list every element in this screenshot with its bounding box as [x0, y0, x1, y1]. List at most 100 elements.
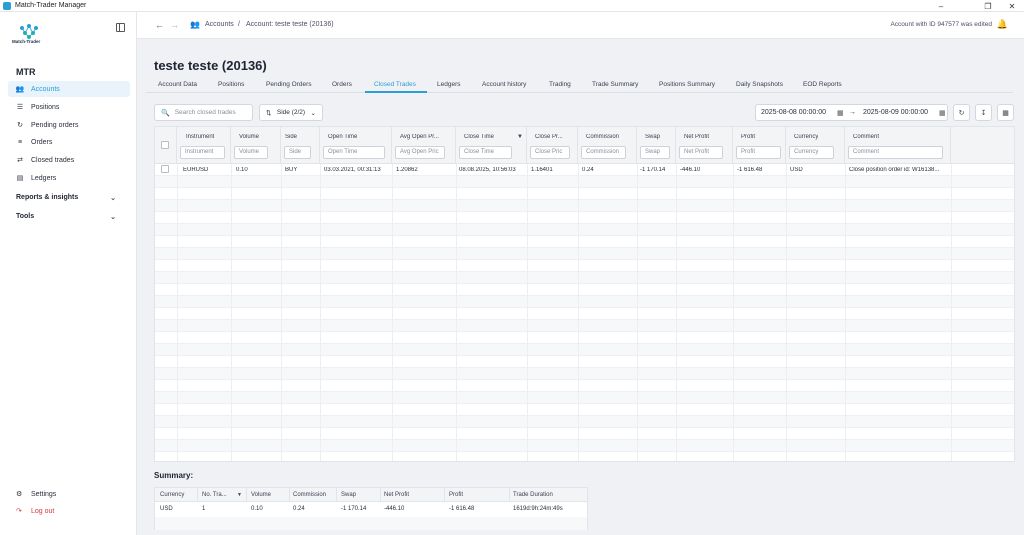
- sort-icon: ⇅: [266, 109, 272, 117]
- empty-row: [155, 224, 1014, 236]
- columns-icon: ▦: [1002, 109, 1009, 117]
- tab-account-data[interactable]: Account Data: [158, 81, 197, 88]
- sidebar-item-orders[interactable]: ≡ Orders: [8, 134, 130, 150]
- settings-label: Settings: [31, 490, 57, 498]
- select-all-cell: [155, 127, 177, 164]
- tab-orders[interactable]: Orders: [332, 81, 352, 88]
- col-close-price[interactable]: Close Pr... Close Pric: [527, 127, 578, 164]
- empty-row: [155, 404, 1014, 416]
- row-checkbox[interactable]: [161, 165, 169, 173]
- column-divider: [676, 164, 677, 461]
- filter-volume[interactable]: Volume: [234, 146, 268, 159]
- closed-trades-icon: ⇄: [17, 157, 23, 164]
- col-close-time[interactable]: Close Time ▼ Close Time: [456, 127, 527, 164]
- date-range-picker[interactable]: 2025-08-08 00:00:00 ▦ → 2025-08-09 00:00…: [755, 104, 948, 121]
- download-button[interactable]: ↧: [975, 104, 992, 121]
- column-label: Avg Open Pr...: [400, 134, 439, 140]
- tab-pending-orders[interactable]: Pending Orders: [266, 81, 312, 88]
- divider: [509, 488, 510, 502]
- tab-account-history[interactable]: Account history: [482, 81, 526, 88]
- settings-button[interactable]: ⚙ Settings: [16, 490, 57, 499]
- cell-instrument: EURUSD: [183, 167, 209, 173]
- empty-row: [155, 176, 1014, 188]
- filter-instrument[interactable]: Instrument: [180, 146, 225, 159]
- search-icon: 🔍: [161, 109, 170, 117]
- sidebar-collapse-icon[interactable]: [116, 23, 125, 32]
- download-icon: ↧: [980, 109, 987, 117]
- close-button[interactable]: ✕: [1000, 0, 1024, 12]
- filter-profit[interactable]: Profit: [736, 146, 781, 159]
- col-profit[interactable]: Profit Profit: [733, 127, 786, 164]
- refresh-icon: ↻: [958, 109, 965, 117]
- logout-button[interactable]: ↷ Log out: [16, 507, 54, 516]
- col-open-time[interactable]: Open Time Open Time: [320, 127, 392, 164]
- breadcrumb-root[interactable]: Accounts: [205, 21, 234, 28]
- refresh-button[interactable]: ↻: [953, 104, 970, 121]
- chevron-down-icon: ⌄: [310, 109, 316, 117]
- side-filter-dropdown[interactable]: ⇅ Side (2/2) ⌄: [259, 104, 323, 121]
- calendar-icon[interactable]: ▦: [939, 109, 946, 117]
- col-avg-open-price[interactable]: Avg Open Pr... Avg Open Pric: [392, 127, 456, 164]
- tab-trading[interactable]: Trading: [549, 81, 571, 88]
- sidebar-item-positions[interactable]: ☰ Positions: [8, 99, 130, 115]
- tab-daily-snapshots[interactable]: Daily Snapshots: [736, 81, 783, 88]
- col-net-profit[interactable]: Net Profit Net Profit: [676, 127, 733, 164]
- column-label: Instrument: [186, 134, 215, 140]
- select-all-checkbox[interactable]: [161, 141, 169, 149]
- filter-side[interactable]: Side: [284, 146, 311, 159]
- minimize-button[interactable]: –: [929, 0, 953, 12]
- column-label: Comment: [853, 134, 880, 140]
- sidebar-item-closed-trades[interactable]: ⇄ Closed trades: [8, 152, 130, 168]
- filter-swap[interactable]: Swap: [640, 146, 670, 159]
- search-input[interactable]: 🔍 Search closed trades: [154, 104, 253, 121]
- window-titlebar: Match-Trader Manager – ❐ ✕: [0, 0, 1024, 12]
- tab-positions[interactable]: Positions: [218, 81, 244, 88]
- sidebar-section-reports[interactable]: Reports & insights ⌄: [16, 194, 116, 202]
- filter-commission[interactable]: Commission: [581, 146, 626, 159]
- col-side[interactable]: Side Side: [281, 127, 320, 164]
- tab-eod-reports[interactable]: EOD Reports: [803, 81, 842, 88]
- table-row[interactable]: EURUSD 0.10 BUY 03.03.2021, 00:31:13 1.2…: [155, 164, 1014, 176]
- tab-trade-summary[interactable]: Trade Summary: [592, 81, 638, 88]
- filter-close-time[interactable]: Close Time: [459, 146, 512, 159]
- tab-positions-summary[interactable]: Positions Summary: [659, 81, 715, 88]
- col-swap[interactable]: Swap Swap: [637, 127, 676, 164]
- sidebar-item-ledgers[interactable]: ▤ Ledgers: [8, 170, 130, 186]
- col-instrument[interactable]: Instrument Instrument: [177, 127, 231, 164]
- maximize-button[interactable]: ❐: [976, 0, 1000, 12]
- search-placeholder: Search closed trades: [174, 109, 236, 116]
- empty-row: [155, 452, 1014, 461]
- columns-button[interactable]: ▦: [997, 104, 1014, 121]
- col-commission[interactable]: Commission Commission: [578, 127, 637, 164]
- cell-close-price: 1.16401: [531, 167, 553, 173]
- summary-commission: 0.24: [293, 506, 305, 512]
- filter-open-time[interactable]: Open Time: [323, 146, 385, 159]
- filter-avg-open-price[interactable]: Avg Open Pric: [395, 146, 445, 159]
- sidebar-item-pending-orders[interactable]: ↻ Pending orders: [8, 117, 130, 133]
- col-volume[interactable]: Volume Volume: [231, 127, 281, 164]
- sidebar-item-accounts[interactable]: 👥 Accounts: [8, 81, 130, 97]
- summary-net-profit: -446.10: [384, 506, 405, 512]
- calendar-icon[interactable]: ▦: [837, 109, 844, 117]
- back-arrow-icon[interactable]: ←: [155, 20, 164, 30]
- summary-empty-row: [155, 517, 587, 530]
- col-currency[interactable]: Currency Currency: [786, 127, 845, 164]
- filter-comment[interactable]: Comment: [848, 146, 943, 159]
- sidebar-section-tools[interactable]: Tools ⌄: [16, 213, 116, 221]
- filter-close-price[interactable]: Close Pric: [530, 146, 570, 159]
- cell-avg-open-price: 1.20862: [396, 167, 418, 173]
- bell-icon[interactable]: 🔔: [997, 19, 1008, 30]
- empty-row: [155, 308, 1014, 320]
- forward-arrow-icon[interactable]: →: [170, 20, 179, 30]
- sort-desc-icon[interactable]: ▼: [237, 492, 242, 498]
- divider: [197, 488, 198, 502]
- date-from[interactable]: 2025-08-08 00:00:00: [761, 109, 826, 116]
- tab-ledgers[interactable]: Ledgers: [437, 81, 461, 88]
- date-to[interactable]: 2025-08-09 00:00:00: [863, 109, 928, 116]
- sort-desc-icon[interactable]: ▼: [517, 134, 523, 140]
- tab-closed-trades[interactable]: Closed Trades: [374, 81, 416, 88]
- filter-currency[interactable]: Currency: [789, 146, 834, 159]
- filter-net-profit[interactable]: Net Profit: [679, 146, 723, 159]
- col-comment[interactable]: Comment Comment: [845, 127, 951, 164]
- sidebar-item-label: Accounts: [31, 85, 60, 93]
